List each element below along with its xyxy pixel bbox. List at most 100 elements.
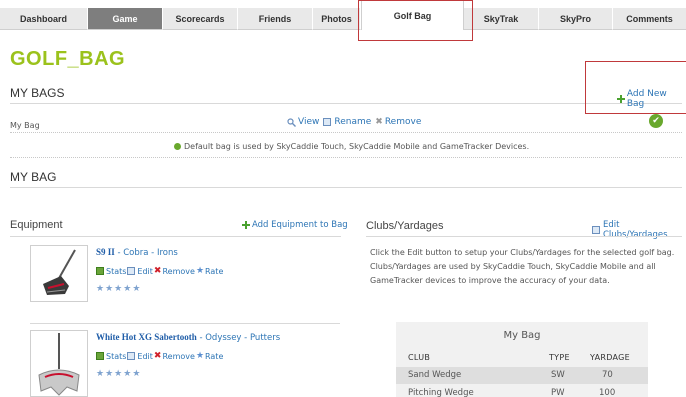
equipment-item-divider bbox=[30, 323, 340, 324]
equipment-divider bbox=[10, 236, 341, 237]
edit-link[interactable]: Edit bbox=[137, 352, 153, 361]
equipment-item: White Hot XG Sabertooth - Odyssey - Putt… bbox=[30, 330, 340, 397]
edit-icon bbox=[127, 267, 136, 275]
remove-label: Remove bbox=[384, 117, 422, 127]
bag-actions: View Rename ✖ Remove bbox=[287, 117, 421, 127]
default-bag-check-icon: ✔ bbox=[649, 114, 663, 128]
tab-friends[interactable]: Friends bbox=[238, 8, 313, 30]
add-equipment-label: Add Equipment to Bag bbox=[252, 220, 348, 230]
remove-x-icon: ✖ bbox=[153, 351, 162, 361]
stats-link[interactable]: Stats bbox=[106, 267, 126, 276]
equipment-actions: Stats Edit ✖ Remove ★ Rate bbox=[96, 266, 223, 276]
tab-golf-bag[interactable]: Golf Bag bbox=[361, 0, 464, 30]
type-cell: SW bbox=[551, 370, 565, 380]
yardage-cell: 100 bbox=[599, 388, 616, 397]
star-icon: ★ bbox=[96, 284, 105, 294]
remove-x-icon: ✖ bbox=[153, 266, 162, 276]
clubs-divider bbox=[366, 236, 682, 237]
star-icon: ★ bbox=[123, 284, 132, 294]
yardage-table: My Bag CLUB TYPE YARDAGE Sand Wedge SW 7… bbox=[396, 322, 648, 397]
table-row: Pitching Wedge PW 100 bbox=[396, 385, 648, 397]
view-label: View bbox=[298, 117, 320, 127]
clubs-yardages-heading: Clubs/Yardages bbox=[366, 220, 444, 232]
equipment-title: White Hot XG Sabertooth - Odyssey - Putt… bbox=[96, 332, 281, 343]
tab-photos[interactable]: Photos bbox=[313, 8, 361, 30]
small-check-icon bbox=[174, 143, 181, 150]
putter-club-image bbox=[30, 330, 88, 397]
page-title: GOLF_BAG bbox=[10, 48, 126, 70]
edit-icon bbox=[592, 226, 600, 234]
remove-link[interactable]: Remove bbox=[162, 267, 194, 276]
magnifier-icon bbox=[287, 117, 296, 127]
equipment-title: S9 II - Cobra - Irons bbox=[96, 247, 178, 258]
tab-skytrak[interactable]: SkyTrak bbox=[464, 8, 539, 30]
club-cell: Sand Wedge bbox=[408, 370, 462, 380]
my-bag-divider bbox=[10, 187, 682, 188]
remove-bag-link[interactable]: ✖ Remove bbox=[375, 117, 421, 127]
plus-icon bbox=[617, 95, 625, 103]
my-bags-heading: MY BAGS bbox=[10, 86, 65, 100]
edit-clubs-link[interactable]: Edit Clubs/Yardages bbox=[592, 220, 686, 240]
iron-club-image bbox=[30, 245, 88, 302]
club-cell: Pitching Wedge bbox=[408, 388, 474, 397]
my-bag-heading: MY BAG bbox=[10, 170, 57, 184]
star-icon: ★ bbox=[114, 369, 123, 379]
remove-icon: ✖ bbox=[375, 117, 383, 127]
add-equipment-link[interactable]: Add Equipment to Bag bbox=[242, 220, 348, 230]
bag-row-divider bbox=[10, 132, 682, 133]
equipment-category[interactable]: Irons bbox=[157, 248, 178, 258]
default-bag-note-text: Default bag is used by SkyCaddie Touch, … bbox=[184, 142, 530, 151]
plus-icon bbox=[242, 221, 250, 229]
add-new-bag-label: Add New Bag bbox=[626, 89, 667, 109]
column-header-yardage: YARDAGE bbox=[590, 353, 631, 362]
column-header-club: CLUB bbox=[408, 353, 431, 362]
rate-link[interactable]: Rate bbox=[205, 352, 223, 361]
type-cell: PW bbox=[551, 388, 565, 397]
rate-link[interactable]: Rate bbox=[205, 267, 223, 276]
star-icon: ★ bbox=[114, 284, 123, 294]
tab-game[interactable]: Game bbox=[88, 8, 163, 30]
equipment-name-link[interactable]: White Hot XG Sabertooth bbox=[96, 332, 197, 342]
star-icon: ★ bbox=[132, 284, 141, 294]
rating-stars[interactable]: ★ ★ ★ ★ ★ bbox=[96, 370, 140, 379]
stats-icon bbox=[96, 352, 104, 360]
remove-link[interactable]: Remove bbox=[162, 352, 194, 361]
view-bag-link[interactable]: View bbox=[287, 117, 319, 127]
add-new-bag-link[interactable]: Add New Bag bbox=[617, 89, 686, 109]
star-icon: ★ bbox=[132, 369, 141, 379]
equipment-category[interactable]: Putters bbox=[250, 333, 280, 343]
star-icon: ★ bbox=[105, 284, 114, 294]
equipment-brand[interactable]: Cobra bbox=[123, 248, 148, 258]
star-icon: ★ bbox=[123, 369, 132, 379]
star-icon: ★ bbox=[96, 369, 105, 379]
note-divider bbox=[10, 157, 682, 158]
rate-star-icon: ★ bbox=[195, 351, 205, 361]
edit-clubs-label: Edit Clubs/Yardages bbox=[602, 220, 668, 240]
equipment-heading: Equipment bbox=[10, 219, 63, 231]
equipment-brand[interactable]: Odyssey bbox=[205, 333, 241, 343]
default-bag-note: Default bag is used by SkyCaddie Touch, … bbox=[174, 142, 529, 151]
rename-icon bbox=[323, 118, 332, 126]
rename-label: Rename bbox=[334, 117, 372, 127]
column-header-type: TYPE bbox=[549, 353, 570, 362]
equipment-item: S9 II - Cobra - Irons Stats Edit ✖ Remov… bbox=[30, 245, 340, 305]
bag-name: My Bag bbox=[10, 121, 40, 130]
tab-dashboard[interactable]: Dashboard bbox=[0, 8, 88, 30]
rate-star-icon: ★ bbox=[195, 266, 205, 276]
top-nav: Dashboard Game Scorecards Friends Photos… bbox=[0, 0, 686, 30]
rating-stars[interactable]: ★ ★ ★ ★ ★ bbox=[96, 285, 140, 294]
equipment-actions: Stats Edit ✖ Remove ★ Rate bbox=[96, 351, 223, 361]
equipment-name-link[interactable]: S9 II bbox=[96, 247, 115, 257]
rename-bag-link[interactable]: Rename bbox=[323, 117, 371, 127]
edit-link[interactable]: Edit bbox=[137, 267, 153, 276]
star-icon: ★ bbox=[105, 369, 114, 379]
stats-icon bbox=[96, 267, 104, 275]
tab-skypro[interactable]: SkyPro bbox=[539, 8, 613, 30]
yardage-cell: 70 bbox=[602, 370, 613, 380]
tab-scorecards[interactable]: Scorecards bbox=[163, 8, 238, 30]
edit-icon bbox=[127, 352, 136, 360]
tab-comments[interactable]: Comments bbox=[613, 8, 686, 30]
clubs-description: Click the Edit button to setup your Club… bbox=[370, 248, 675, 285]
stats-link[interactable]: Stats bbox=[106, 352, 126, 361]
my-bags-divider bbox=[10, 103, 682, 104]
